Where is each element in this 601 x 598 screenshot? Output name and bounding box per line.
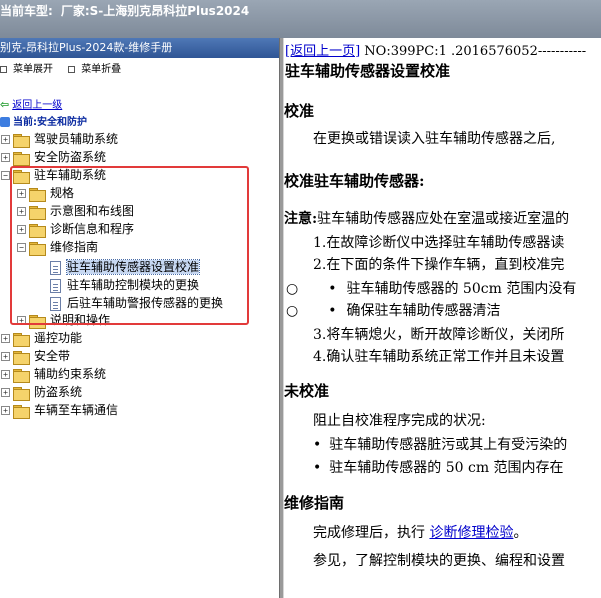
selected-item-label: 驻车辅助传感器设置校准 [65, 259, 201, 275]
tree-item-parking-assist[interactable]: − 驻车辅助系统 [1, 166, 106, 184]
back-page-link[interactable]: [返回上一页] [285, 44, 360, 59]
expand-toggle-icon[interactable]: + [17, 207, 26, 216]
step-3: 3.将车辆熄火，断开故障诊断仪，关闭所 [313, 327, 565, 343]
tree-item-v2v[interactable]: + 车辆至车辆通信 [1, 401, 118, 419]
tree-item-module-replacement[interactable]: 驻车辅助控制模块的更换 [50, 276, 199, 294]
collapse-menu-button[interactable]: 菜单折叠 [68, 64, 121, 75]
tree-item-rear-sensor-replacement[interactable]: 后驻车辅助警报传感器的更换 [50, 294, 223, 312]
section-heading-calibrate-sensor: 校准驻车辅助传感器: [284, 172, 425, 190]
expand-toggle-icon[interactable]: + [1, 370, 10, 379]
tree-item-restraint[interactable]: + 辅助约束系统 [1, 365, 106, 383]
page-title: 驻车辅助传感器设置校准 [285, 62, 451, 80]
tree-item-antitheft[interactable]: + 防盗系统 [1, 383, 82, 401]
tree-item-seatbelt[interactable]: + 安全带 [1, 347, 70, 365]
manual-header: 别克-昂科拉Plus-2024款-维修手册 [0, 38, 279, 58]
calibration-text: 在更换或错误读入驻车辅助传感器之后, [313, 131, 556, 147]
see-also-text: 参见，了解控制模块的更换、编程和设置 [313, 553, 565, 569]
bullet-2: ○ • 确保驻车辅助传感器清洁 [286, 303, 501, 319]
tree-item-sensor-calibration[interactable]: 驻车辅助传感器设置校准 [50, 258, 201, 276]
dot-marker-icon: • [328, 281, 337, 297]
folder-icon [13, 404, 30, 419]
section-heading-calibration: 校准 [284, 102, 315, 120]
step-4: 4.确认驻车辅助系统正常工作并且未设置 [313, 349, 565, 365]
navigation-pane: 别克-昂科拉Plus-2024款-维修手册 菜单展开 菜单折叠 ⇦ 返回上一级 当… [0, 38, 279, 598]
back-row[interactable]: ⇦ 返回上一级 [0, 96, 62, 111]
expand-toggle-icon[interactable]: + [17, 225, 26, 234]
tree-item-diagnostics[interactable]: + 诊断信息和程序 [17, 220, 134, 238]
section-heading-uncalibrated: 未校准 [284, 382, 330, 400]
expand-toggle-icon[interactable]: + [1, 334, 10, 343]
tree-toolbar: 菜单展开 菜单折叠 [0, 58, 279, 82]
bullet-1: ○ • 驻车辅助传感器的 50cm 范围内没有 [286, 281, 577, 297]
folder-open-icon [29, 241, 46, 256]
vehicle-label: 当前车型: [0, 4, 53, 18]
tree-item-remote[interactable]: + 遥控功能 [1, 329, 82, 347]
expand-toggle-icon[interactable]: + [1, 153, 10, 162]
folder-open-icon [13, 169, 30, 184]
tree-item-diagrams[interactable]: + 示意图和布线图 [17, 202, 134, 220]
uncal-bullet-2: • 驻车辅助传感器的 50 cm 范围内存在 [313, 460, 564, 476]
circle-marker-icon: ○ [286, 303, 299, 319]
expand-toggle-icon[interactable]: + [1, 388, 10, 397]
expand-toggle-icon[interactable]: + [1, 406, 10, 415]
dot-marker-icon: • [313, 460, 322, 476]
expand-toggle-icon[interactable]: + [1, 352, 10, 361]
expand-toggle-icon[interactable]: + [1, 135, 10, 144]
document-icon [50, 260, 61, 275]
expand-icon [0, 65, 7, 73]
dot-marker-icon: • [313, 437, 322, 453]
note-text: 注意:驻车辅助传感器应处在室温或接近室温的 [284, 211, 570, 227]
step-2: 2.在下面的条件下操作车辆，直到校准完 [313, 257, 565, 273]
collapse-toggle-icon[interactable]: − [1, 171, 10, 180]
expand-menu-button[interactable]: 菜单展开 [0, 64, 53, 75]
back-arrow-icon: ⇦ [0, 98, 10, 111]
folder-icon [13, 151, 30, 166]
tree-item-description[interactable]: + 说明和操作 [17, 311, 110, 329]
folder-icon [13, 386, 30, 401]
diagnostic-repair-verification-link[interactable]: 诊断修理检验 [429, 525, 513, 541]
dot-marker-icon: • [328, 303, 337, 319]
folder-icon [13, 332, 30, 347]
collapse-icon [68, 65, 76, 73]
tree-item-specs[interactable]: + 规格 [17, 184, 74, 202]
expand-toggle-icon[interactable]: + [17, 189, 26, 198]
doc-number: NO:399PC:1 .2016576052----------- [360, 44, 587, 59]
section-heading-repair-guide: 维修指南 [284, 494, 345, 512]
tree-item-security[interactable]: + 安全防盗系统 [1, 148, 106, 166]
folder-icon [13, 133, 30, 148]
folder-icon [29, 205, 46, 220]
current-icon [0, 117, 10, 127]
folder-icon [29, 223, 46, 238]
uncal-bullet-1: • 驻车辅助传感器脏污或其上有受污染的 [313, 437, 568, 453]
doc-nav-line: [返回上一页] NO:399PC:1 .2016576052----------… [285, 40, 586, 59]
tree-item-repair-guide[interactable]: − 维修指南 [17, 238, 98, 256]
folder-icon [29, 314, 46, 329]
tree-item-driver-assist[interactable]: + 驾驶员辅助系统 [1, 130, 118, 148]
expand-toggle-icon[interactable]: + [17, 316, 26, 325]
collapse-toggle-icon[interactable]: − [17, 243, 26, 252]
document-icon [50, 296, 61, 311]
uncalibrated-text: 阻止自校准程序完成的状况: [313, 413, 486, 429]
title-bar: 当前车型: 厂家:S-上海别克昂科拉Plus2024 [0, 0, 601, 38]
repair-text: 完成修理后，执行 诊断修理检验。 [313, 525, 528, 541]
document-icon [50, 278, 61, 293]
content-pane: [返回上一页] NO:399PC:1 .2016576052----------… [284, 38, 601, 598]
folder-icon [13, 368, 30, 383]
folder-icon [13, 350, 30, 365]
back-link[interactable]: 返回上一级 [12, 100, 62, 111]
circle-marker-icon: ○ [286, 281, 299, 297]
vehicle-text: 厂家:S-上海别克昂科拉Plus2024 [60, 4, 250, 18]
current-section: 当前:安全和防护 [0, 113, 87, 128]
step-1: 1.在故障诊断仪中选择驻车辅助传感器读 [313, 235, 565, 251]
folder-icon [29, 187, 46, 202]
